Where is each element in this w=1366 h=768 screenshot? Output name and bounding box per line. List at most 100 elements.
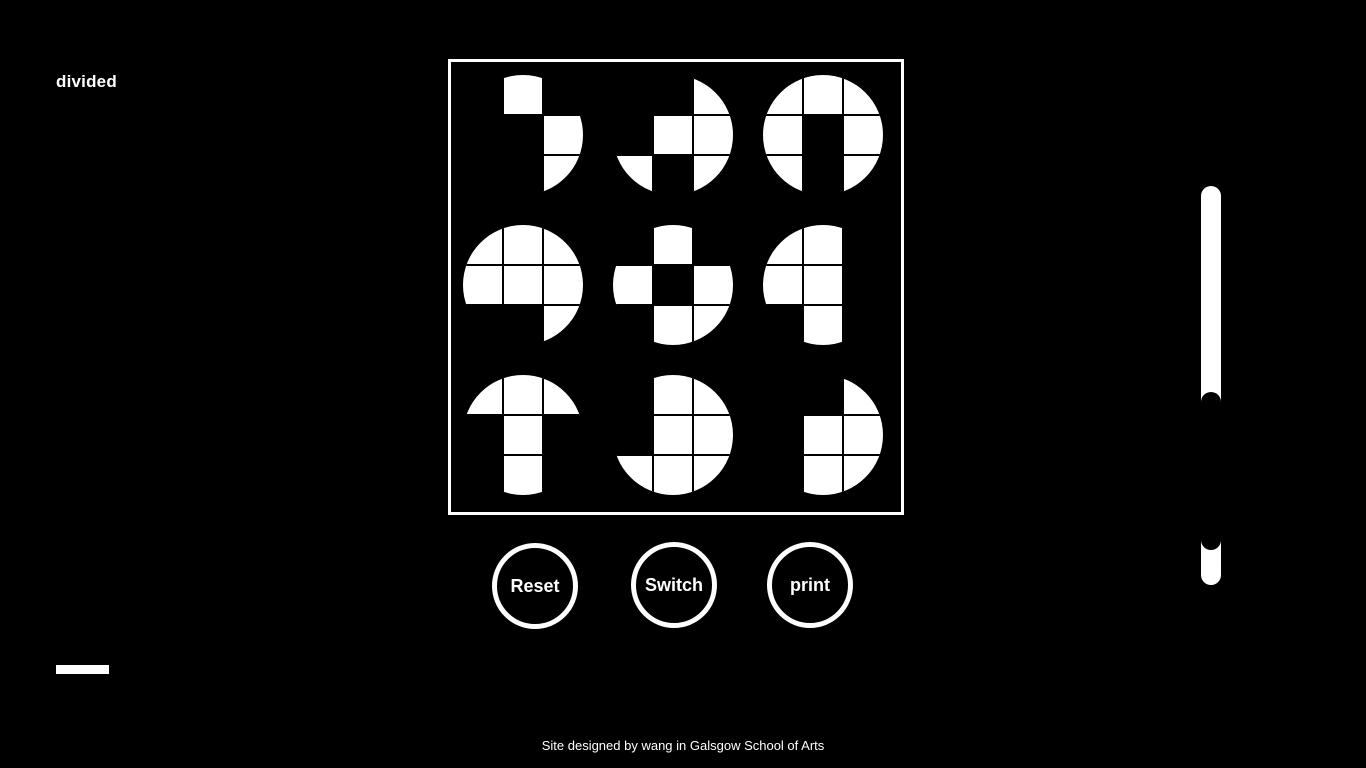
glyph-2[interactable] bbox=[613, 75, 733, 195]
glyph-tile[interactable] bbox=[803, 375, 843, 415]
glyph-tile[interactable] bbox=[613, 115, 653, 155]
glyph-tile[interactable] bbox=[843, 115, 883, 155]
glyph-tile[interactable] bbox=[693, 75, 733, 115]
glyph-tile[interactable] bbox=[543, 375, 583, 415]
glyph-tile[interactable] bbox=[503, 225, 543, 265]
glyph-tile[interactable] bbox=[763, 75, 803, 115]
glyph-tile[interactable] bbox=[843, 305, 883, 345]
glyph-tile[interactable] bbox=[613, 155, 653, 195]
glyph-tile[interactable] bbox=[763, 115, 803, 155]
glyph-tile[interactable] bbox=[653, 455, 693, 495]
glyph-tile[interactable] bbox=[843, 225, 883, 265]
glyph-tile[interactable] bbox=[693, 415, 733, 455]
glyph-tile[interactable] bbox=[843, 155, 883, 195]
glyph-tile[interactable] bbox=[503, 75, 543, 115]
glyph-tile[interactable] bbox=[763, 455, 803, 495]
glyph-tile[interactable] bbox=[543, 225, 583, 265]
glyph-5[interactable] bbox=[613, 225, 733, 345]
glyph-tile[interactable] bbox=[613, 455, 653, 495]
glyph-tile[interactable] bbox=[803, 265, 843, 305]
glyph-grid bbox=[463, 75, 883, 495]
glyph-tile[interactable] bbox=[653, 75, 693, 115]
glyph-tile[interactable] bbox=[463, 265, 503, 305]
glyph-9[interactable] bbox=[763, 375, 883, 495]
glyph-tile[interactable] bbox=[543, 415, 583, 455]
glyph-tile[interactable] bbox=[803, 115, 843, 155]
glyph-tile[interactable] bbox=[503, 415, 543, 455]
glyph-tile[interactable] bbox=[543, 75, 583, 115]
glyph-tile[interactable] bbox=[613, 75, 653, 115]
menu-dash-icon[interactable] bbox=[56, 665, 109, 674]
glyph-tile[interactable] bbox=[843, 455, 883, 495]
glyph-tile[interactable] bbox=[653, 115, 693, 155]
glyph-tile[interactable] bbox=[653, 225, 693, 265]
reset-button[interactable]: Reset bbox=[492, 543, 578, 629]
glyph-tile[interactable] bbox=[803, 455, 843, 495]
site-title[interactable]: divided bbox=[56, 72, 117, 92]
glyph-tile[interactable] bbox=[463, 375, 503, 415]
glyph-6[interactable] bbox=[763, 225, 883, 345]
glyph-tile[interactable] bbox=[803, 75, 843, 115]
glyph-tile[interactable] bbox=[843, 75, 883, 115]
glyph-tile[interactable] bbox=[803, 225, 843, 265]
glyph-tile[interactable] bbox=[543, 305, 583, 345]
glyph-tile[interactable] bbox=[613, 265, 653, 305]
page: divided Reset Switch print Site designed… bbox=[0, 0, 1366, 768]
glyph-tile[interactable] bbox=[693, 455, 733, 495]
glyph-tile[interactable] bbox=[843, 375, 883, 415]
glyph-tile[interactable] bbox=[693, 225, 733, 265]
glyph-8[interactable] bbox=[613, 375, 733, 495]
glyph-7[interactable] bbox=[463, 375, 583, 495]
glyph-tile[interactable] bbox=[763, 155, 803, 195]
glyph-tile[interactable] bbox=[653, 375, 693, 415]
glyph-tile[interactable] bbox=[693, 305, 733, 345]
glyph-board bbox=[448, 59, 904, 515]
glyph-tile[interactable] bbox=[503, 305, 543, 345]
glyph-tile[interactable] bbox=[803, 305, 843, 345]
glyph-tile[interactable] bbox=[803, 155, 843, 195]
glyph-tile[interactable] bbox=[763, 305, 803, 345]
glyph-tile[interactable] bbox=[503, 115, 543, 155]
glyph-tile[interactable] bbox=[463, 455, 503, 495]
glyph-tile[interactable] bbox=[463, 415, 503, 455]
glyph-tile[interactable] bbox=[503, 375, 543, 415]
glyph-tile[interactable] bbox=[543, 115, 583, 155]
switch-button[interactable]: Switch bbox=[631, 542, 717, 628]
glyph-tile[interactable] bbox=[693, 115, 733, 155]
glyph-tile[interactable] bbox=[693, 375, 733, 415]
glyph-tile[interactable] bbox=[693, 265, 733, 305]
glyph-1[interactable] bbox=[463, 75, 583, 195]
glyph-tile[interactable] bbox=[463, 155, 503, 195]
footer-credit: Site designed by wang in Galsgow School … bbox=[541, 738, 825, 753]
glyph-tile[interactable] bbox=[763, 415, 803, 455]
glyph-tile[interactable] bbox=[653, 155, 693, 195]
glyph-tile[interactable] bbox=[693, 155, 733, 195]
glyph-tile[interactable] bbox=[843, 265, 883, 305]
glyph-tile[interactable] bbox=[843, 415, 883, 455]
print-button[interactable]: print bbox=[767, 542, 853, 628]
glyph-tile[interactable] bbox=[503, 455, 543, 495]
glyph-tile[interactable] bbox=[503, 265, 543, 305]
glyph-4[interactable] bbox=[463, 225, 583, 345]
glyph-3[interactable] bbox=[763, 75, 883, 195]
glyph-tile[interactable] bbox=[543, 455, 583, 495]
glyph-tile[interactable] bbox=[503, 155, 543, 195]
glyph-tile[interactable] bbox=[613, 305, 653, 345]
glyph-tile[interactable] bbox=[463, 305, 503, 345]
glyph-tile[interactable] bbox=[763, 375, 803, 415]
glyph-tile[interactable] bbox=[463, 75, 503, 115]
glyph-tile[interactable] bbox=[763, 265, 803, 305]
glyph-tile[interactable] bbox=[653, 265, 693, 305]
glyph-tile[interactable] bbox=[463, 225, 503, 265]
glyph-tile[interactable] bbox=[763, 225, 803, 265]
glyph-tile[interactable] bbox=[543, 265, 583, 305]
glyph-tile[interactable] bbox=[613, 225, 653, 265]
vertical-slider-handle[interactable] bbox=[1201, 392, 1221, 550]
glyph-tile[interactable] bbox=[653, 305, 693, 345]
glyph-tile[interactable] bbox=[803, 415, 843, 455]
glyph-tile[interactable] bbox=[653, 415, 693, 455]
glyph-tile[interactable] bbox=[613, 415, 653, 455]
glyph-tile[interactable] bbox=[613, 375, 653, 415]
glyph-tile[interactable] bbox=[543, 155, 583, 195]
glyph-tile[interactable] bbox=[463, 115, 503, 155]
